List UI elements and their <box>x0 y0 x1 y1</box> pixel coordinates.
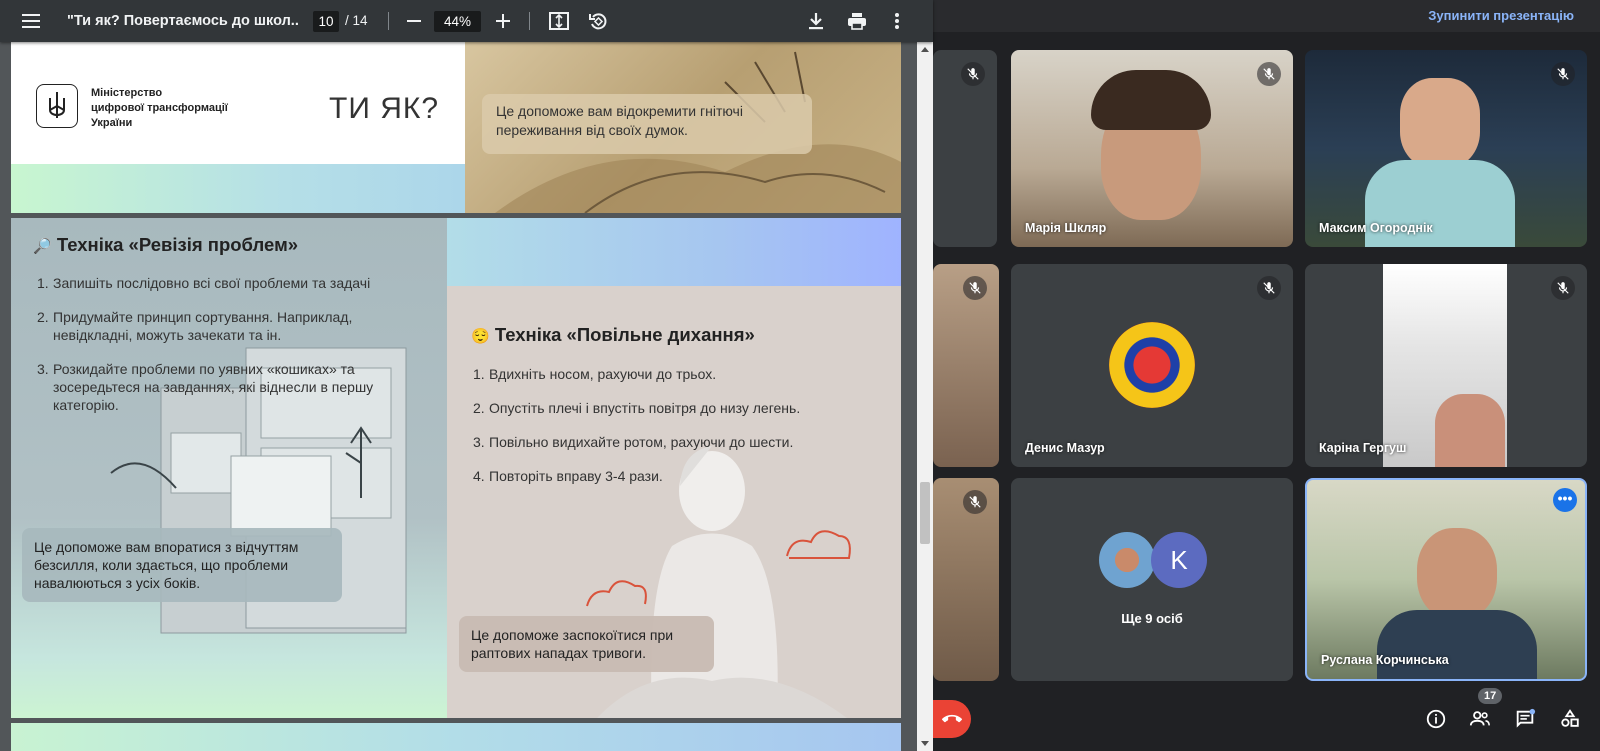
slide-right-panel: 😌 Техніка «Повільне дихання» 1. Вдихніть … <box>447 286 901 718</box>
mic-off-icon <box>1257 62 1281 86</box>
download-icon[interactable] <box>803 0 829 42</box>
participant-name: Руслана Корчинська <box>1321 653 1449 667</box>
slide-left-panel: 🔎 Техніка «Ревізія проблем» 1. Запишіть п… <box>11 218 447 718</box>
hangup-button[interactable] <box>933 700 971 738</box>
technique-step: 1. Вдихніть носом, рахуючи до трьох. <box>473 366 717 382</box>
participant-name: Каріна Гергуш <box>1319 441 1407 455</box>
pdf-pages[interactable]: Міністерство цифрової трансформації Укра… <box>0 42 917 751</box>
toolbar-divider <box>529 12 530 30</box>
relieved-face-icon: 😌 <box>471 328 490 345</box>
activities-icon[interactable] <box>1555 704 1585 734</box>
mic-off-icon <box>963 276 987 300</box>
technique-steps: 1. Запишіть послідовно всі свої проблеми … <box>37 274 432 430</box>
participant-video <box>1377 610 1537 679</box>
fit-page-icon[interactable] <box>546 0 572 42</box>
participants-count-badge: 17 <box>1478 688 1503 704</box>
technique-title: 😌 Техніка «Повільне дихання» <box>471 324 755 346</box>
participant-tile[interactable]: Максим Огороднік <box>1305 50 1587 247</box>
participant-tile-hidden-3[interactable] <box>933 478 999 681</box>
pdf-page-10: 🔎 Техніка «Ревізія проблем» 1. Запишіть п… <box>11 218 901 718</box>
slide-callout: Це допоможе вам відокремити гнітючі пере… <box>482 94 812 154</box>
slide-gradient-band <box>447 218 901 286</box>
pdf-viewer: "Ти як? Повертаємось до школ... 10 / 14 … <box>0 0 933 751</box>
technique-step: 2. Придумайте принцип сортування. Наприкл… <box>37 309 353 343</box>
slide-callout: Це допоможе заспокоїтися при раптових на… <box>459 616 714 672</box>
more-options-icon[interactable]: ••• <box>1553 488 1577 512</box>
avatar: K <box>1151 532 1207 588</box>
participant-tile-hidden-2[interactable] <box>933 264 999 467</box>
zoom-in-icon[interactable] <box>491 0 515 42</box>
technique-step: 1. Запишіть послідовно всі свої проблеми … <box>37 275 371 291</box>
info-icon[interactable] <box>1421 704 1451 734</box>
chat-icon[interactable] <box>1510 704 1540 734</box>
document-title: "Ти як? Повертаємось до школ... <box>67 13 299 29</box>
technique-step: 4. Повторіть вправу 3-4 рази. <box>473 468 663 484</box>
technique-title-text: Техніка «Повільне дихання» <box>494 324 755 345</box>
page-total: / 14 <box>345 13 368 28</box>
vertical-scrollbar[interactable] <box>917 42 933 751</box>
mic-off-icon <box>1257 276 1281 300</box>
participant-name: Денис Мазур <box>1025 441 1105 455</box>
scroll-down-icon[interactable] <box>921 741 929 746</box>
meet-top-bar: Зупинити презентацію <box>933 0 1600 32</box>
avatar <box>1099 532 1155 588</box>
ministry-name: Міністерство цифрової трансформації Укра… <box>91 87 228 129</box>
more-participants-tile[interactable]: K Ще 9 осіб <box>1011 478 1293 681</box>
page-number-input[interactable]: 10 <box>313 11 339 32</box>
avatar <box>1109 322 1195 408</box>
participant-tile-active[interactable]: ••• Руслана Корчинська <box>1305 478 1587 681</box>
pdf-toolbar: "Ти як? Повертаємось до школ... 10 / 14 … <box>0 0 933 42</box>
technique-steps: 1. Вдихніть носом, рахуючи до трьох. 2. Оп… <box>473 365 893 501</box>
mic-off-icon <box>961 62 985 86</box>
mic-off-icon <box>1551 276 1575 300</box>
brand-logo: ТИ ЯК? <box>329 92 440 125</box>
participant-name: Марія Шкляр <box>1025 221 1107 235</box>
magnifier-icon: 🔎 <box>33 238 52 255</box>
pdf-page-9: Міністерство цифрової трансформації Укра… <box>11 42 901 213</box>
zoom-input[interactable]: 44% <box>434 11 481 32</box>
participant-tile[interactable]: Денис Мазур <box>1011 264 1293 467</box>
call-end-icon <box>942 714 962 723</box>
participant-name: Максим Огороднік <box>1319 221 1433 235</box>
mic-off-icon <box>963 490 987 514</box>
mic-off-icon <box>1551 62 1575 86</box>
participant-video <box>1435 394 1505 467</box>
technique-step: 2. Опустіть плечі і впустіть повітря до н… <box>473 400 801 416</box>
trident-logo-icon <box>36 84 78 128</box>
participant-tile[interactable]: Каріна Гергуш <box>1305 264 1587 467</box>
stop-presentation-button[interactable]: Зупинити презентацію <box>1428 8 1574 23</box>
slide-gradient-band <box>11 164 465 213</box>
zoom-out-icon[interactable] <box>402 0 426 42</box>
technique-step: 3. Розкидайте проблеми по уявних «кошиках… <box>37 361 374 413</box>
scroll-thumb[interactable] <box>920 482 930 544</box>
technique-title: 🔎 Техніка «Ревізія проблем» <box>33 234 298 256</box>
call-controls: 17 <box>933 688 1600 751</box>
print-icon[interactable] <box>843 0 871 42</box>
menu-icon[interactable] <box>16 0 46 42</box>
technique-step: 3. Повільно видихайте ротом, рахуючи до ш… <box>473 434 794 450</box>
slide-white-panel: Міністерство цифрової трансформації Укра… <box>11 42 465 213</box>
people-icon[interactable] <box>1465 704 1495 734</box>
participant-tile-hidden-1[interactable] <box>933 50 997 247</box>
participant-video <box>1417 528 1497 620</box>
more-vert-icon[interactable] <box>885 0 909 42</box>
scroll-up-icon[interactable] <box>921 47 929 52</box>
rotate-icon[interactable] <box>585 0 611 42</box>
slide-callout: Це допоможе вам впоратися з відчуттям бе… <box>22 528 342 602</box>
technique-title-text: Техніка «Ревізія проблем» <box>56 234 299 255</box>
toolbar-divider <box>388 12 389 30</box>
more-participants-label: Ще 9 осіб <box>1121 611 1183 626</box>
slide-image-panel: Це допоможе вам відокремити гнітючі пере… <box>465 42 901 213</box>
participant-video <box>1400 78 1480 168</box>
pdf-page-11 <box>11 723 901 751</box>
participant-tile[interactable]: Марія Шкляр <box>1011 50 1293 247</box>
participant-video <box>1091 70 1211 130</box>
